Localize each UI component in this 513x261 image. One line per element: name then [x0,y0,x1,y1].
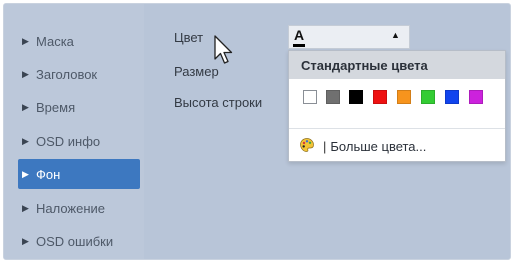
sidebar-item-overlay[interactable]: ▶ Наложение [18,193,140,223]
swatch-purple[interactable] [469,90,483,104]
more-colors-button[interactable]: | Больше цвета... [299,137,426,155]
sidebar-item-label: Фон [36,166,61,182]
caret-up-icon[interactable]: ▲ [391,30,400,40]
font-color-letter: A [294,27,305,43]
sidebar-item-label: Маска [36,33,74,49]
swatch-green[interactable] [421,90,435,104]
sidebar-item-mask[interactable]: ▶ Маска [18,26,140,56]
swatch-blue[interactable] [445,90,459,104]
more-colors-separator: | [323,138,327,154]
swatch-orange[interactable] [397,90,411,104]
chevron-right-icon: ▶ [22,135,29,146]
sidebar-item-title[interactable]: ▶ Заголовок [18,59,140,89]
font-color-select[interactable]: A ▲ [288,25,410,49]
color-palette-dropdown: Стандартные цвета | Больше цвета... [288,50,506,162]
chevron-right-icon: ▶ [22,101,29,112]
sidebar-item-time[interactable]: ▶ Время [18,92,140,122]
more-colors-label: Больше цвета... [330,138,427,154]
swatch-red[interactable] [373,90,387,104]
sidebar-item-label: Время [36,99,76,115]
sidebar-item-osd-info[interactable]: ▶ OSD инфо [18,126,140,156]
swatch-gray[interactable] [326,90,340,104]
standard-colors-header: Стандартные цвета [289,51,505,79]
sidebar-item-background[interactable]: ▶ Фон [18,159,140,189]
mouse-pointer-icon [214,35,233,64]
palette-divider [289,128,505,129]
sidebar-item-label: Наложение [36,200,106,216]
chevron-right-icon: ▶ [22,168,29,179]
chevron-right-icon: ▶ [22,68,29,79]
selected-color-bar [293,44,305,47]
chevron-right-icon: ▶ [22,235,29,246]
swatch-black[interactable] [349,90,363,104]
size-label: Размер [174,64,219,79]
swatch-white[interactable] [303,90,317,104]
sidebar: ▶ Маска ▶ Заголовок ▶ Время ▶ OSD инфо ▶… [4,4,144,259]
chevron-right-icon: ▶ [22,35,29,46]
paint-palette-icon [299,137,315,156]
sidebar-item-label: OSD инфо [36,133,101,149]
settings-panel: ▶ Маска ▶ Заголовок ▶ Время ▶ OSD инфо ▶… [3,3,511,260]
sidebar-item-osd-errors[interactable]: ▶ OSD ошибки [18,226,140,256]
line-height-label: Высота строки [174,95,263,110]
sidebar-item-label: Заголовок [36,66,98,82]
color-label: Цвет [174,30,204,45]
chevron-right-icon: ▶ [22,202,29,213]
sidebar-item-label: OSD ошибки [36,233,114,249]
